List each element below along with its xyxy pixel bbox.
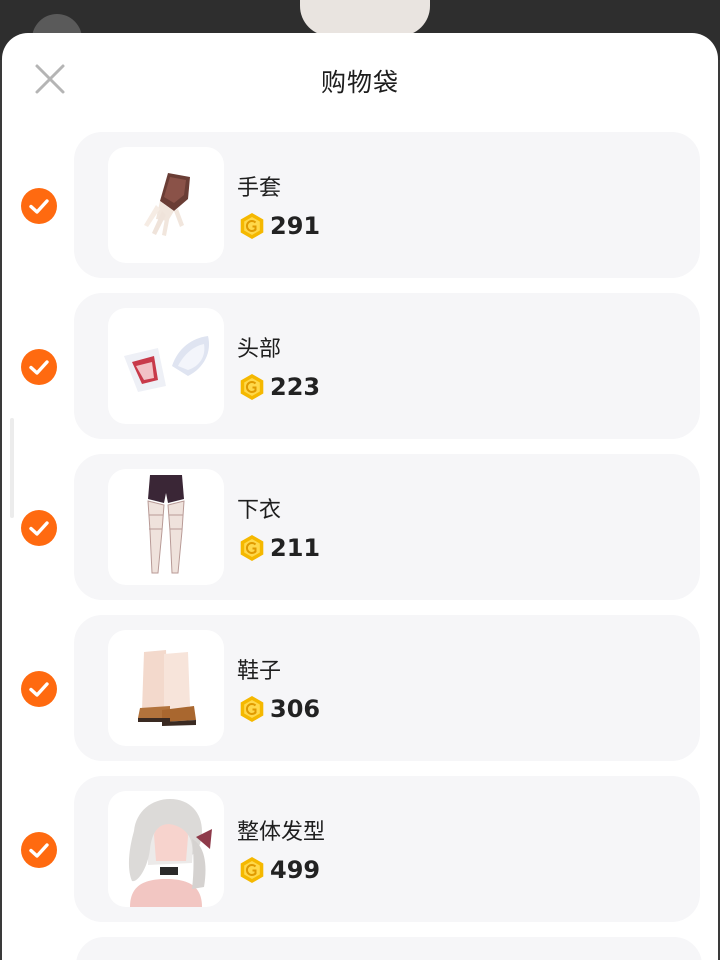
check-icon xyxy=(29,521,49,536)
boots-icon xyxy=(138,650,196,726)
coin-icon xyxy=(240,857,264,883)
cart-item[interactable]: 头部 223 xyxy=(2,293,718,441)
item-card[interactable]: 鞋子 306 xyxy=(74,615,700,761)
stockings-icon xyxy=(147,475,185,574)
item-price-value: 223 xyxy=(270,373,321,401)
item-price: 306 xyxy=(238,693,320,725)
cart-item[interactable]: 手套 291 xyxy=(2,132,718,280)
coin-icon xyxy=(240,374,264,400)
item-name: 手套 xyxy=(237,176,282,201)
item-name: 整体发型 xyxy=(237,820,326,845)
item-price-value: 306 xyxy=(270,695,321,723)
item-card[interactable]: 头部 223 xyxy=(74,293,700,439)
item-thumbnail xyxy=(108,630,224,746)
item-price: 291 xyxy=(238,210,320,242)
item-price: 211 xyxy=(238,532,320,564)
item-card[interactable]: 下衣 211 xyxy=(74,454,700,600)
check-icon xyxy=(29,360,49,375)
item-select-checkbox[interactable] xyxy=(21,349,57,385)
check-icon xyxy=(29,682,49,697)
cart-item[interactable]: 整体发型 499 xyxy=(2,776,718,924)
item-select-checkbox[interactable] xyxy=(21,188,57,224)
shopping-bag-sheet: 购物袋 手套 291 头部 223 下衣 211 鞋子 306 整体发型 499 xyxy=(2,33,718,960)
coin-icon xyxy=(240,696,264,722)
item-thumbnail xyxy=(108,469,224,585)
sheet-header: 购物袋 xyxy=(2,33,718,125)
item-select-checkbox[interactable] xyxy=(21,671,57,707)
item-card-partial[interactable] xyxy=(76,937,702,960)
item-card[interactable]: 整体发型 499 xyxy=(74,776,700,922)
item-price: 223 xyxy=(238,371,320,403)
gloves-icon xyxy=(144,173,190,236)
cart-item[interactable]: 鞋子 306 xyxy=(2,615,718,763)
item-name: 下衣 xyxy=(237,498,282,523)
page-title: 购物袋 xyxy=(320,68,399,97)
coin-icon xyxy=(240,535,264,561)
cat-ears-icon xyxy=(124,336,210,392)
item-select-checkbox[interactable] xyxy=(21,510,57,546)
coin-icon xyxy=(240,213,264,239)
cart-item[interactable]: 下衣 211 xyxy=(2,454,718,602)
item-price: 499 xyxy=(238,854,320,886)
check-icon xyxy=(29,843,49,858)
item-thumbnail xyxy=(108,147,224,263)
check-icon xyxy=(29,199,49,214)
item-price-value: 211 xyxy=(270,534,321,562)
background-character xyxy=(300,0,430,36)
item-name: 头部 xyxy=(237,337,282,362)
item-name: 鞋子 xyxy=(237,659,282,684)
item-thumbnail xyxy=(108,308,224,424)
item-select-checkbox[interactable] xyxy=(21,832,57,868)
item-price-value: 291 xyxy=(270,212,321,240)
item-card[interactable]: 手套 291 xyxy=(74,132,700,278)
item-price-value: 499 xyxy=(270,856,321,884)
hairstyle-icon xyxy=(128,799,212,907)
item-thumbnail xyxy=(108,791,224,907)
